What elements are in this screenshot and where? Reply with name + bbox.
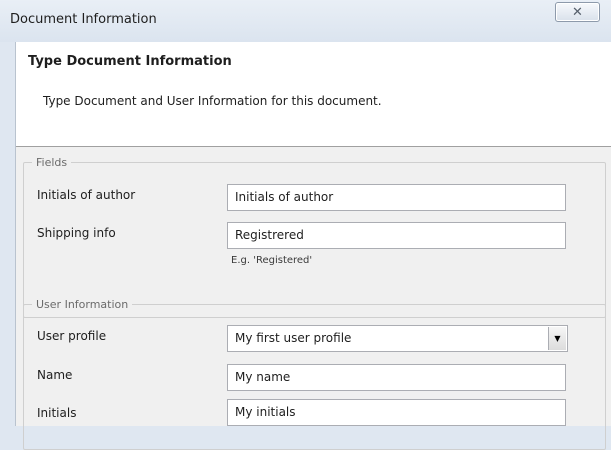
shipping-info-input[interactable]: Registrered <box>227 222 566 249</box>
initials-of-author-label: Initials of author <box>37 188 136 202</box>
dialog-header: Type Document Information Type Document … <box>16 42 611 147</box>
fields-group-legend: Fields <box>36 156 68 169</box>
header-description: Type Document and User Information for t… <box>43 94 382 108</box>
name-label: Name <box>37 368 73 382</box>
dialog-body: Type Document Information Type Document … <box>15 42 611 450</box>
name-input[interactable]: My name <box>227 364 566 391</box>
title-bar: Document Information ✕ <box>0 0 611 42</box>
close-button[interactable]: ✕ <box>555 2 600 22</box>
user-profile-label: User profile <box>37 329 107 343</box>
close-icon: ✕ <box>572 4 583 20</box>
shipping-info-label: Shipping info <box>37 226 116 240</box>
user-profile-select[interactable]: My first user profile ▼ <box>227 325 568 352</box>
initials-input[interactable]: My initials <box>227 399 566 426</box>
window-title: Document Information <box>10 12 157 27</box>
chevron-down-icon[interactable]: ▼ <box>548 327 566 350</box>
header-title: Type Document Information <box>28 54 232 69</box>
user-profile-value: My first user profile <box>235 331 352 345</box>
initials-label: Initials <box>37 406 77 420</box>
shipping-info-hint: E.g. 'Registered' <box>231 255 313 266</box>
user-information-legend: User Information <box>36 298 129 311</box>
initials-of-author-input[interactable]: Initials of author <box>227 184 566 211</box>
